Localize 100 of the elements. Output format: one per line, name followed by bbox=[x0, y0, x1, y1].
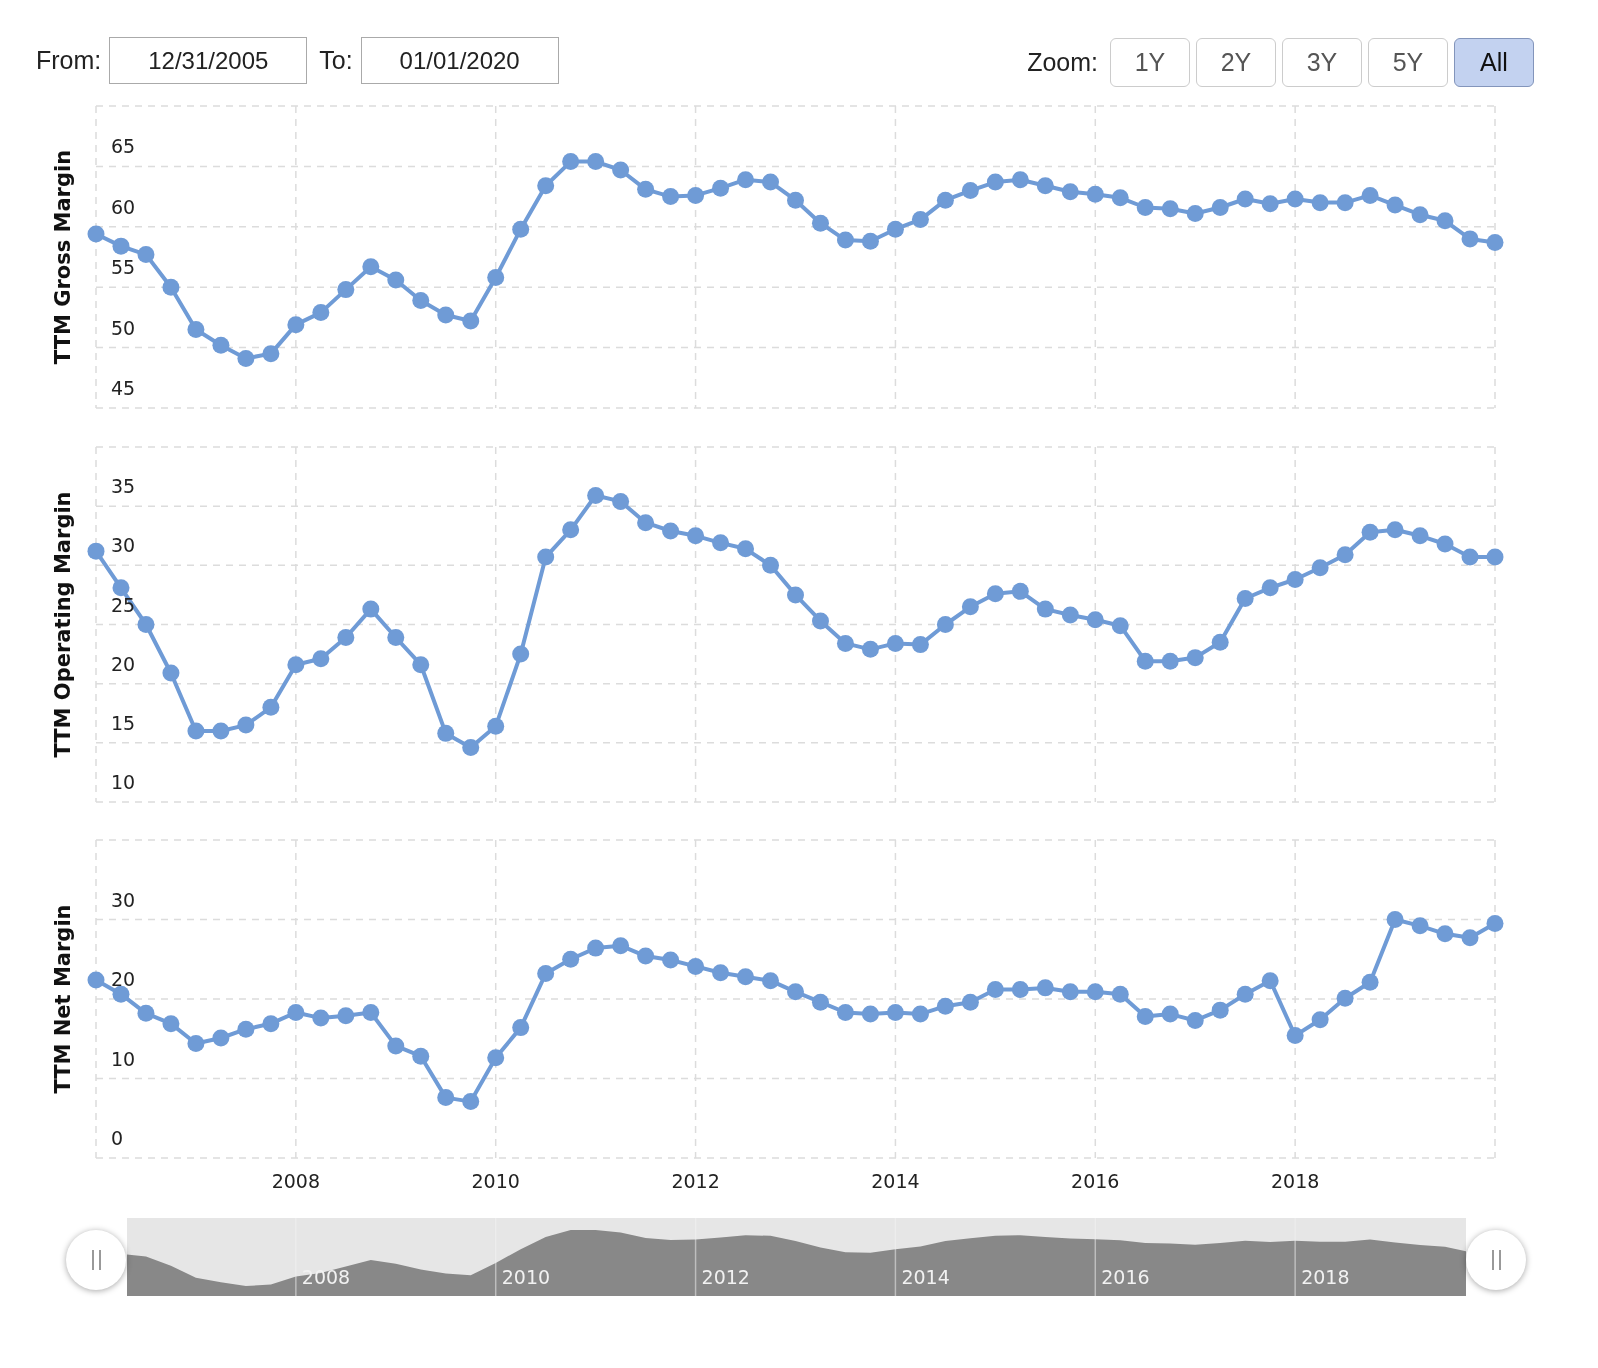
data-point bbox=[512, 1019, 530, 1037]
data-point bbox=[936, 997, 954, 1015]
data-point bbox=[112, 985, 130, 1003]
data-point bbox=[1111, 985, 1129, 1003]
field-label: From: bbox=[36, 46, 102, 75]
data-point bbox=[662, 951, 680, 969]
data-point bbox=[911, 1005, 929, 1023]
data-point bbox=[587, 153, 605, 171]
data-point bbox=[212, 722, 230, 740]
data-point bbox=[1061, 183, 1079, 201]
data-point bbox=[337, 1007, 355, 1025]
data-point bbox=[1336, 546, 1354, 564]
axis-label: 45 bbox=[111, 377, 136, 399]
data-point bbox=[762, 556, 779, 574]
date-field[interactable]: 01/01/2020 bbox=[360, 37, 559, 84]
data-point bbox=[936, 616, 954, 633]
data-point bbox=[1186, 1011, 1204, 1029]
data-point bbox=[1486, 548, 1504, 566]
data-point bbox=[1161, 200, 1179, 218]
zoom-button[interactable]: 3Y bbox=[1282, 38, 1362, 87]
data-point bbox=[487, 269, 505, 287]
data-point bbox=[861, 1005, 879, 1023]
data-point bbox=[1261, 972, 1279, 990]
data-point bbox=[237, 1020, 255, 1038]
data-point bbox=[712, 179, 730, 197]
data-point bbox=[861, 640, 879, 658]
axis-label: 15 bbox=[111, 711, 136, 734]
data-point bbox=[387, 271, 405, 289]
data-point bbox=[911, 211, 929, 229]
data-point bbox=[687, 527, 705, 545]
data-point bbox=[1136, 1008, 1154, 1025]
data-point bbox=[787, 191, 804, 209]
data-point bbox=[237, 716, 255, 734]
data-point bbox=[1236, 190, 1254, 208]
data-point bbox=[787, 983, 804, 1001]
axis-label: 2010 bbox=[471, 1170, 520, 1192]
data-point bbox=[812, 214, 829, 232]
axis-title: TTM Gross Margin bbox=[51, 149, 75, 365]
axis-label: 20 bbox=[111, 968, 136, 990]
data-point bbox=[437, 306, 455, 324]
zoom-button[interactable]: 5Y bbox=[1368, 38, 1448, 87]
axis-label: 2012 bbox=[701, 1266, 750, 1288]
slider-handle[interactable] bbox=[1466, 1230, 1526, 1290]
data-point bbox=[1436, 212, 1454, 230]
data-point bbox=[462, 1093, 480, 1111]
data-point bbox=[1211, 198, 1229, 216]
data-point bbox=[1161, 1005, 1179, 1023]
data-point bbox=[1286, 571, 1304, 589]
data-point bbox=[886, 1004, 904, 1021]
data-point bbox=[687, 186, 705, 204]
data-point bbox=[487, 1049, 505, 1067]
data-point bbox=[986, 173, 1004, 191]
data-point bbox=[112, 579, 130, 597]
data-point bbox=[961, 598, 979, 616]
axis-title: TTM Net Margin bbox=[51, 904, 75, 1094]
data-point bbox=[337, 629, 355, 646]
data-point bbox=[1286, 1027, 1304, 1045]
data-point bbox=[1061, 983, 1079, 1001]
data-point bbox=[1411, 917, 1429, 935]
data-point bbox=[936, 191, 954, 209]
data-point bbox=[1036, 600, 1054, 618]
axis-label: 2008 bbox=[271, 1170, 321, 1192]
data-point bbox=[437, 1089, 455, 1107]
data-point bbox=[1386, 521, 1404, 539]
data-point bbox=[387, 1037, 405, 1055]
data-point bbox=[87, 225, 105, 243]
data-point bbox=[787, 586, 804, 604]
axis-label: 10 bbox=[111, 771, 136, 793]
data-point bbox=[312, 304, 330, 322]
data-point bbox=[587, 939, 605, 957]
data-point bbox=[1336, 194, 1354, 212]
data-point bbox=[1436, 925, 1454, 943]
data-point bbox=[712, 964, 730, 982]
data-point bbox=[312, 1009, 330, 1027]
data-point bbox=[1086, 611, 1104, 629]
zoom-label: Zoom: bbox=[1027, 48, 1098, 77]
date-field[interactable]: 12/31/2005 bbox=[109, 37, 308, 84]
zoom-button[interactable]: 2Y bbox=[1196, 38, 1276, 87]
data-point bbox=[812, 612, 829, 630]
data-point bbox=[1311, 194, 1329, 212]
data-point bbox=[1011, 171, 1029, 189]
data-point bbox=[1011, 980, 1029, 998]
zoom-button[interactable]: All bbox=[1454, 38, 1534, 87]
data-point bbox=[637, 947, 655, 965]
data-point bbox=[162, 1015, 180, 1033]
data-point bbox=[1411, 206, 1429, 224]
data-point bbox=[512, 645, 530, 663]
slider-handle[interactable] bbox=[66, 1230, 126, 1290]
data-point bbox=[612, 937, 630, 955]
data-point bbox=[287, 316, 305, 334]
data-point bbox=[1261, 579, 1279, 597]
data-point bbox=[1461, 548, 1479, 566]
data-point bbox=[986, 980, 1004, 998]
data-point bbox=[662, 188, 680, 206]
data-point bbox=[437, 724, 455, 742]
data-point bbox=[1236, 589, 1254, 607]
zoom-button[interactable]: 1Y bbox=[1110, 38, 1190, 87]
data-point bbox=[337, 281, 355, 299]
data-point bbox=[961, 182, 979, 200]
data-point bbox=[1486, 915, 1504, 932]
